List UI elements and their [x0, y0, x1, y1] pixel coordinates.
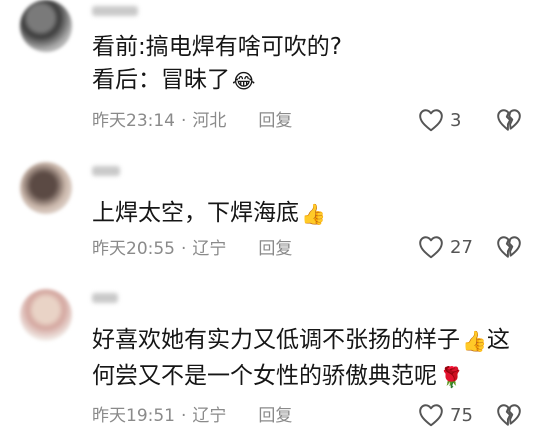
comment-text-line-1: 看前:搞电焊有啥可吹的? [92, 32, 342, 62]
separator: · [181, 239, 187, 259]
timestamp: 昨天20:55 [92, 239, 175, 259]
thumbs-up-emoji-icon: 👍 [462, 328, 487, 353]
username-blurred[interactable] [92, 6, 138, 16]
dislike-button[interactable] [496, 235, 522, 263]
like-button[interactable]: 75 [418, 403, 473, 427]
reply-button[interactable]: 回复 [258, 406, 292, 426]
location: 河北 [192, 111, 227, 131]
location: 辽宁 [192, 406, 227, 426]
heart-outline-icon [419, 404, 443, 427]
comment-text-line-2: 何尝又不是一个女性的骄傲典范呢 🌹 [92, 361, 464, 391]
avatar[interactable] [20, 162, 72, 214]
avatar[interactable] [20, 289, 72, 341]
like-count: 27 [450, 236, 473, 258]
username-blurred[interactable] [92, 166, 120, 176]
username-blurred[interactable] [92, 293, 118, 303]
comment-text: 何尝又不是一个女性的骄傲典范呢 [92, 363, 437, 389]
heart-outline-icon [419, 236, 443, 259]
reply-button[interactable]: 回复 [258, 111, 292, 131]
comment-meta: 昨天19:51 · 辽宁 回复 [92, 405, 292, 427]
comment-meta: 昨天20:55 · 辽宁 回复 [92, 238, 292, 260]
comment-text: 看后：冒昧了 [92, 67, 230, 93]
comment-text: 看前:搞电焊有啥可吹的? [92, 34, 342, 60]
timestamp: 昨天19:51 [92, 406, 175, 426]
rose-emoji-icon: 🌹 [439, 364, 464, 389]
comment-text: 好喜欢她有实力又低调不张扬的样子 [92, 327, 460, 353]
broken-heart-icon [497, 236, 521, 258]
dislike-button[interactable] [496, 403, 522, 431]
timestamp: 昨天23:14 [92, 111, 175, 131]
broken-heart-icon [497, 109, 521, 131]
comment-text: 上焊太空，下焊海底 [92, 200, 299, 226]
separator: · [181, 406, 187, 426]
like-count: 75 [450, 404, 473, 426]
like-count: 3 [450, 109, 462, 131]
dislike-button[interactable] [496, 108, 522, 136]
thumbs-up-emoji-icon: 👍 [301, 201, 326, 226]
broken-heart-icon [497, 404, 521, 426]
avatar[interactable] [20, 0, 72, 52]
comment-text-line-2: 看后：冒昧了 😂 [92, 65, 255, 95]
comment-text-line-1: 上焊太空，下焊海底 👍 [92, 198, 326, 228]
comment-meta: 昨天23:14 · 河北 回复 [92, 110, 292, 132]
comment-text: 这 [486, 327, 510, 353]
like-button[interactable]: 27 [418, 235, 473, 259]
location: 辽宁 [192, 239, 227, 259]
reply-button[interactable]: 回复 [258, 239, 292, 259]
separator: · [181, 111, 187, 131]
comment-text-line-1: 好喜欢她有实力又低调不张扬的样子 👍这 [92, 325, 510, 355]
laughing-crying-emoji-icon: 😂 [232, 68, 256, 93]
like-button[interactable]: 3 [418, 108, 461, 132]
heart-outline-icon [419, 109, 443, 132]
